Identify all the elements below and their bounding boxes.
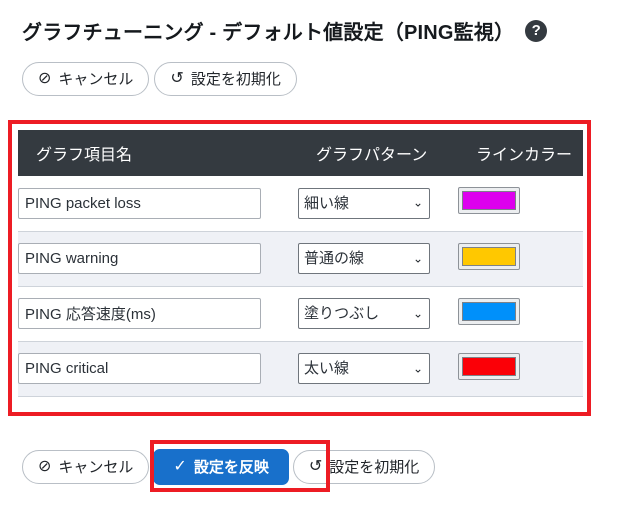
line-color-fill [462,356,516,376]
cell-graph-item-name [18,341,298,396]
graph-item-name-input[interactable] [18,353,261,384]
line-color-swatch[interactable] [458,352,520,380]
cell-line-color [458,231,583,286]
undo-arrow-icon: ↺ [308,458,323,475]
no-entry-icon: ⊘ [38,458,52,475]
undo-arrow-icon: ↺ [170,70,184,87]
cancel-button-top-label: キャンセル [58,70,134,88]
graph-item-name-input[interactable] [18,243,261,274]
graph-item-name-input[interactable] [18,298,261,329]
graph-pattern-select-wrapper: 細い線普通の線太い線塗りつぶし⌄ [298,187,430,219]
graph-pattern-select[interactable]: 細い線普通の線太い線塗りつぶし [298,353,430,384]
cell-graph-pattern: 細い線普通の線太い線塗りつぶし⌄ [298,286,458,341]
cell-line-color [458,176,583,231]
graph-pattern-select[interactable]: 細い線普通の線太い線塗りつぶし [298,298,430,329]
page-title-text: グラフチューニング - デフォルト値設定（PING監視） [22,22,515,44]
table-row: 細い線普通の線太い線塗りつぶし⌄ [18,286,583,341]
line-color-swatch[interactable] [458,187,520,215]
column-header-name: グラフ項目名 [18,130,298,176]
cell-graph-item-name [18,231,298,286]
graph-pattern-select-wrapper: 細い線普通の線太い線塗りつぶし⌄ [298,243,430,274]
tuning-table-container: グラフ項目名 グラフパターン ラインカラー 細い線普通の線太い線塗りつぶし⌄細い… [18,130,583,397]
toolbar-bottom: ⊘ キャンセル ✓ 設定を反映 ↺ 設定を初期化 [22,449,436,485]
reset-button-bottom-label: 設定を初期化 [329,458,420,476]
line-color-fill [462,301,516,321]
reset-button-top-label: 設定を初期化 [190,70,281,88]
cell-line-color [458,341,583,396]
line-color-fill [462,191,516,211]
cell-graph-pattern: 細い線普通の線太い線塗りつぶし⌄ [298,341,458,396]
page-title: グラフチューニング - デフォルト値設定（PING監視） ? [22,16,548,45]
cell-graph-item-name [18,176,298,231]
toolbar-top: ⊘ キャンセル ↺ 設定を初期化 [22,62,297,96]
help-circle-icon[interactable]: ? [525,19,548,42]
graph-tuning-page: グラフチューニング - デフォルト値設定（PING監視） ? ⊘ キャンセル ↺… [0,0,637,514]
cell-graph-pattern: 細い線普通の線太い線塗りつぶし⌄ [298,231,458,286]
line-color-fill [462,246,516,266]
graph-pattern-select[interactable]: 細い線普通の線太い線塗りつぶし [298,243,430,274]
tuning-table: グラフ項目名 グラフパターン ラインカラー 細い線普通の線太い線塗りつぶし⌄細い… [18,130,583,397]
cancel-button-top[interactable]: ⊘ キャンセル [22,62,150,96]
cell-graph-item-name [18,286,298,341]
cell-line-color [458,286,583,341]
table-row: 細い線普通の線太い線塗りつぶし⌄ [18,341,583,396]
tuning-table-header-row: グラフ項目名 グラフパターン ラインカラー [18,130,583,176]
cancel-button-bottom[interactable]: ⊘ キャンセル [22,450,150,484]
table-row: 細い線普通の線太い線塗りつぶし⌄ [18,231,583,286]
reset-button-top[interactable]: ↺ 設定を初期化 [154,62,297,96]
apply-button-label: 設定を反映 [193,458,269,476]
column-header-pattern: グラフパターン [298,130,458,176]
graph-pattern-select[interactable]: 細い線普通の線太い線塗りつぶし [298,187,430,219]
no-entry-icon: ⊘ [38,70,52,87]
table-row: 細い線普通の線太い線塗りつぶし⌄ [18,176,583,231]
tuning-table-body: 細い線普通の線太い線塗りつぶし⌄細い線普通の線太い線塗りつぶし⌄細い線普通の線太… [18,176,583,396]
check-icon: ✓ [173,458,187,475]
cancel-button-bottom-label: キャンセル [58,458,134,476]
apply-button[interactable]: ✓ 設定を反映 [153,449,289,485]
cell-graph-pattern: 細い線普通の線太い線塗りつぶし⌄ [298,176,458,231]
line-color-swatch[interactable] [458,242,520,270]
line-color-swatch[interactable] [458,297,520,325]
graph-pattern-select-wrapper: 細い線普通の線太い線塗りつぶし⌄ [298,353,430,384]
graph-item-name-input[interactable] [18,187,261,219]
column-header-color: ラインカラー [458,130,583,176]
tuning-table-head: グラフ項目名 グラフパターン ラインカラー [18,130,583,176]
graph-pattern-select-wrapper: 細い線普通の線太い線塗りつぶし⌄ [298,298,430,329]
reset-button-bottom[interactable]: ↺ 設定を初期化 [292,450,436,484]
